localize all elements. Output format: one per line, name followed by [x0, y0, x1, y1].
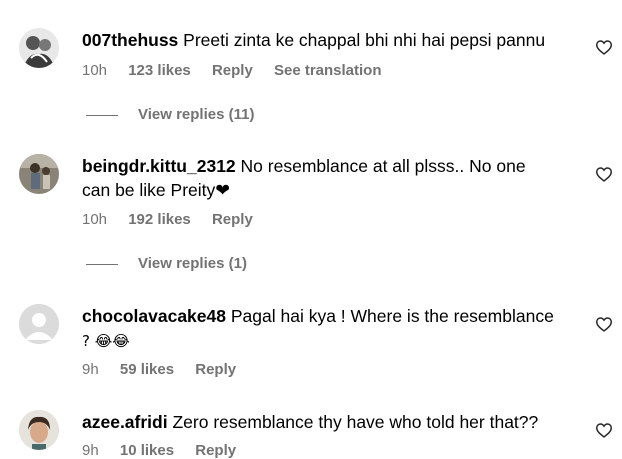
- comment-text-continued: can be like Preity❤: [82, 180, 230, 200]
- comment-body: chocolavacake48 Pagal hai kya ! Where is…: [82, 304, 582, 353]
- comment-likes[interactable]: 10 likes: [120, 442, 174, 459]
- view-replies-button[interactable]: View replies (11): [86, 106, 254, 123]
- view-replies-line: [86, 114, 118, 116]
- comment-likes[interactable]: 192 likes: [128, 211, 191, 228]
- comment-text: Zero resemblance thy have who told her t…: [172, 412, 539, 432]
- comment-likes[interactable]: 123 likes: [128, 62, 191, 79]
- default-avatar-icon: [19, 304, 59, 344]
- avatar[interactable]: [19, 304, 59, 344]
- comment-time[interactable]: 10h: [82, 62, 107, 79]
- comment-time[interactable]: 9h: [82, 442, 99, 459]
- comment-likes[interactable]: 59 likes: [120, 361, 174, 378]
- comment-text: Pagal hai kya ! Where is the resemblance: [230, 306, 554, 326]
- heart-icon[interactable]: [595, 422, 613, 438]
- comment-username[interactable]: chocolavacake48: [82, 306, 226, 326]
- reply-button[interactable]: Reply: [212, 62, 253, 79]
- comment-meta: 9h 59 likes Reply: [82, 361, 253, 378]
- reply-button[interactable]: Reply: [195, 442, 236, 459]
- comment-body: beingdr.kittu_2312 No resemblance at all…: [82, 154, 582, 202]
- comment-meta: 9h 10 likes Reply: [82, 442, 253, 459]
- reply-button[interactable]: Reply: [212, 211, 253, 228]
- heart-icon[interactable]: [595, 166, 613, 182]
- comment-body: azee.afridi Zero resemblance thy have wh…: [82, 410, 582, 434]
- comment-text: Preeti zinta ke chappal bhi nhi hai peps…: [183, 30, 546, 50]
- avatar[interactable]: [19, 28, 59, 68]
- view-replies-button[interactable]: View replies (1): [86, 255, 247, 272]
- comment-meta: 10h 123 likes Reply See translation: [82, 62, 399, 79]
- comment-username[interactable]: beingdr.kittu_2312: [82, 156, 236, 176]
- avatar-image: [19, 28, 59, 68]
- heart-icon[interactable]: [595, 316, 613, 332]
- comment-username[interactable]: azee.afridi: [82, 412, 168, 432]
- comment-time[interactable]: 9h: [82, 361, 99, 378]
- avatar[interactable]: [19, 154, 59, 194]
- view-replies-label: View replies (11): [138, 106, 255, 123]
- avatar[interactable]: [19, 410, 59, 450]
- view-replies-line: [86, 263, 118, 265]
- comment-text-continued: ? 😂😂: [82, 332, 130, 350]
- heart-icon[interactable]: [595, 39, 613, 55]
- avatar-image: [19, 410, 59, 450]
- comment-meta: 10h 192 likes Reply: [82, 211, 270, 228]
- comment-time[interactable]: 10h: [82, 211, 107, 228]
- reply-button[interactable]: Reply: [195, 361, 236, 378]
- comment-username[interactable]: 007thehuss: [82, 30, 178, 50]
- comment-body: 007thehuss Preeti zinta ke chappal bhi n…: [82, 28, 582, 52]
- comment-text: No resemblance at all plsss.. No one: [240, 156, 526, 176]
- avatar-image: [19, 154, 59, 194]
- see-translation-button[interactable]: See translation: [274, 62, 382, 79]
- view-replies-label: View replies (1): [138, 255, 247, 272]
